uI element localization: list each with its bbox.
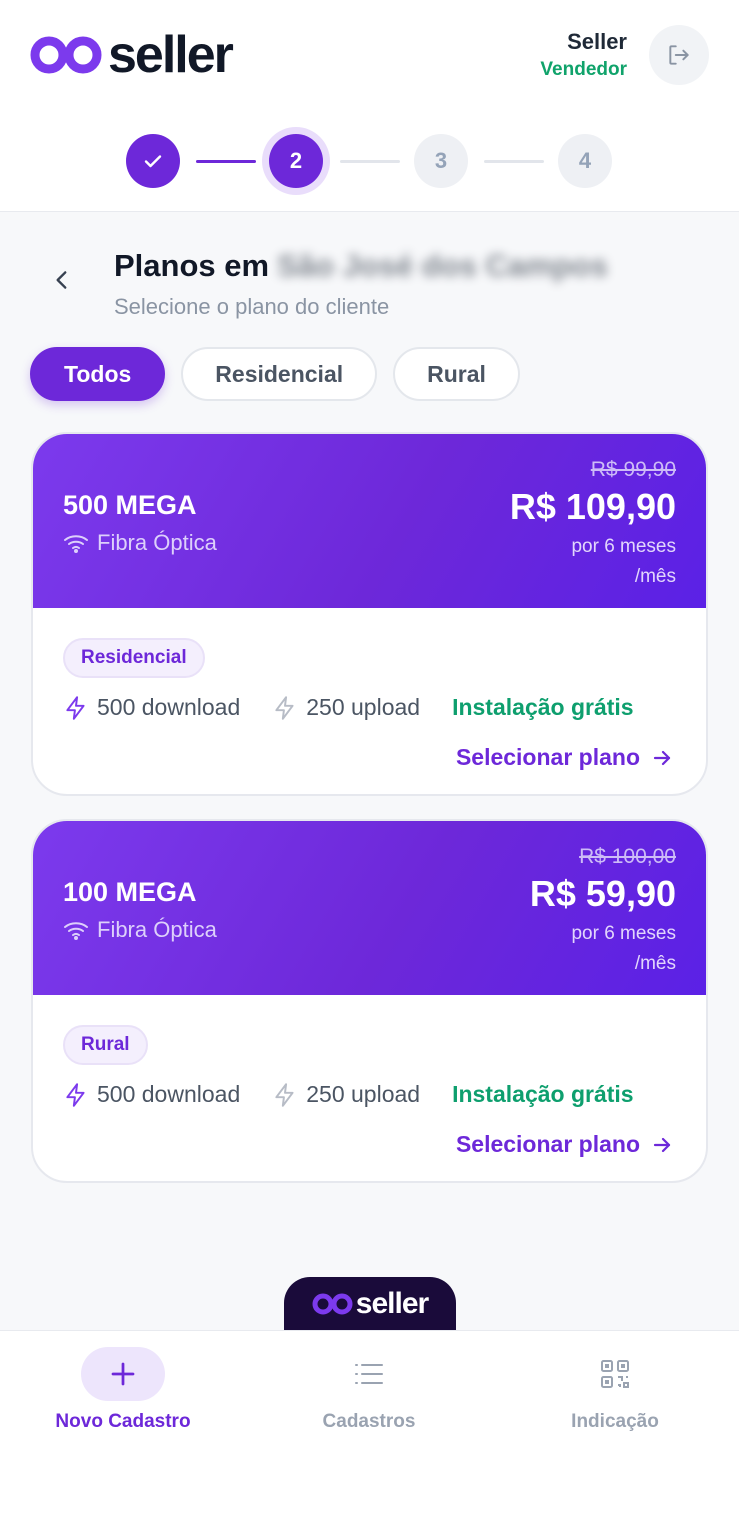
logout-button[interactable]: [649, 25, 709, 85]
upload-speed: 250 upload: [306, 1081, 421, 1107]
nav-label: Indicação: [571, 1411, 659, 1432]
upload-feature: 250 upload: [272, 1081, 420, 1108]
download-speed: 500 download: [97, 1081, 241, 1107]
lightning-icon: [275, 695, 294, 720]
upload-speed: 250 upload: [306, 694, 421, 720]
city-name-blurred: São José dos Campos: [277, 248, 608, 283]
page-header: Planos em São José dos Campos Selecione …: [114, 248, 608, 320]
plan-category-badge: Rural: [63, 1025, 148, 1065]
step-2-active: 2: [269, 134, 323, 188]
arrow-right-icon: [653, 1137, 671, 1152]
plan-features: 500 download 250 upload Instalação gráti…: [63, 1081, 634, 1108]
infinity-logo-icon: [312, 1293, 353, 1315]
installation-info: Instalação grátis: [452, 694, 634, 720]
lightning-icon: [66, 695, 85, 720]
lightning-icon: [275, 1082, 294, 1107]
filter-chips: Todos Residencial Rural: [30, 347, 536, 401]
plan-category-badge: Residencial: [63, 638, 205, 678]
nav-item-indicacao[interactable]: Indicação: [515, 1347, 715, 1433]
step-connector: [340, 160, 400, 163]
brand-logo: seller: [30, 26, 234, 84]
old-price: R$ 100,00: [579, 845, 676, 868]
nav-label: Cadastros: [322, 1411, 416, 1432]
lightning-icon: [66, 1082, 85, 1107]
list-icon: [355, 1364, 383, 1384]
back-button[interactable]: [40, 258, 84, 302]
user-block: Seller Vendedor: [540, 25, 709, 85]
logout-icon: [669, 45, 689, 65]
price-per-month: /mês: [634, 953, 676, 974]
page-subtitle: Selecione o plano do cliente: [114, 294, 390, 319]
old-price: R$ 99,90: [590, 458, 676, 481]
price: R$ 59,90: [529, 873, 676, 914]
page-title: Planos em São José dos Campos: [114, 248, 608, 284]
user-role: Vendedor: [540, 59, 627, 80]
logo-text: seller: [108, 26, 234, 84]
chevron-left-icon: [56, 271, 67, 289]
upload-feature: 250 upload: [272, 694, 420, 721]
wifi-icon: [64, 535, 88, 553]
select-plan-label: Selecionar plano: [455, 1131, 640, 1157]
bottom-navigation: Novo Cadastro Cadastros Indicação: [0, 1330, 739, 1516]
arrow-right-icon: [653, 750, 671, 765]
step-1-done: [126, 134, 180, 188]
user-name: Seller: [567, 29, 627, 54]
plan-card-header: 100 MEGA Fibra Óptica R$ 100,00 R$ 59,90…: [33, 821, 706, 995]
plan-card[interactable]: 500 MEGA Fibra Óptica R$ 99,90 R$ 109,90…: [31, 432, 708, 796]
nav-icon-wrap: [81, 1347, 165, 1401]
plan-card-header: 500 MEGA Fibra Óptica R$ 99,90 R$ 109,90…: [33, 434, 706, 608]
price: R$ 109,90: [509, 486, 676, 527]
qr-code-icon: [601, 1360, 629, 1388]
filter-chip-residencial[interactable]: Residencial: [181, 347, 378, 401]
price-per-month: /mês: [634, 566, 676, 587]
plan-type-label: Fibra Óptica: [97, 530, 217, 555]
nav-icon-wrap: [573, 1347, 657, 1401]
plus-icon: [111, 1362, 135, 1386]
nav-item-cadastros[interactable]: Cadastros: [269, 1347, 469, 1433]
select-plan-button[interactable]: Selecionar plano: [456, 1131, 674, 1158]
price-block: R$ 100,00 R$ 59,90 por 6 meses /mês: [530, 845, 676, 975]
filter-chip-todos[interactable]: Todos: [30, 347, 166, 401]
footer-logo-text: seller: [355, 1287, 429, 1320]
download-feature: 500 download: [63, 1081, 240, 1108]
select-plan-button[interactable]: Selecionar plano: [456, 744, 674, 771]
nav-item-novo-cadastro[interactable]: Novo Cadastro: [23, 1347, 223, 1433]
nav-icon-wrap: [327, 1347, 411, 1401]
download-speed: 500 download: [97, 694, 241, 720]
plan-name: 500 MEGA: [63, 490, 197, 520]
plan-type: Fibra Óptica: [63, 530, 217, 556]
plan-card[interactable]: 100 MEGA Fibra Óptica R$ 100,00 R$ 59,90…: [31, 819, 708, 1183]
plan-type-label: Fibra Óptica: [97, 917, 217, 942]
nav-label: Novo Cadastro: [55, 1411, 191, 1432]
download-feature: 500 download: [63, 694, 240, 721]
app-header: seller Seller Vendedor: [0, 0, 739, 110]
step-3: 3: [414, 134, 468, 188]
step-4: 4: [558, 134, 612, 188]
wifi-icon: [64, 922, 88, 940]
step-connector: [196, 160, 256, 163]
step-connector: [484, 160, 544, 163]
plan-card-body: Residencial 500 download 250 upload Inst…: [33, 608, 706, 794]
select-plan-label: Selecionar plano: [455, 744, 640, 770]
plan-features: 500 download 250 upload Instalação gráti…: [63, 694, 634, 721]
price-period: por 6 meses: [571, 923, 676, 944]
price-period: por 6 meses: [571, 536, 676, 557]
installation-info: Instalação grátis: [452, 1081, 634, 1107]
filter-chip-rural[interactable]: Rural: [393, 347, 520, 401]
progress-stepper: 2 3 4: [0, 110, 739, 212]
footer-brand-logo: seller: [284, 1277, 456, 1331]
price-block: R$ 99,90 R$ 109,90 por 6 meses /mês: [510, 458, 676, 588]
check-icon: [144, 155, 162, 168]
infinity-logo-icon: [30, 36, 102, 74]
plan-card-body: Rural 500 download 250 upload Instalação…: [33, 995, 706, 1181]
plan-type: Fibra Óptica: [63, 917, 217, 943]
plan-name: 100 MEGA: [63, 877, 197, 907]
page-title-text: Planos em: [114, 248, 270, 283]
